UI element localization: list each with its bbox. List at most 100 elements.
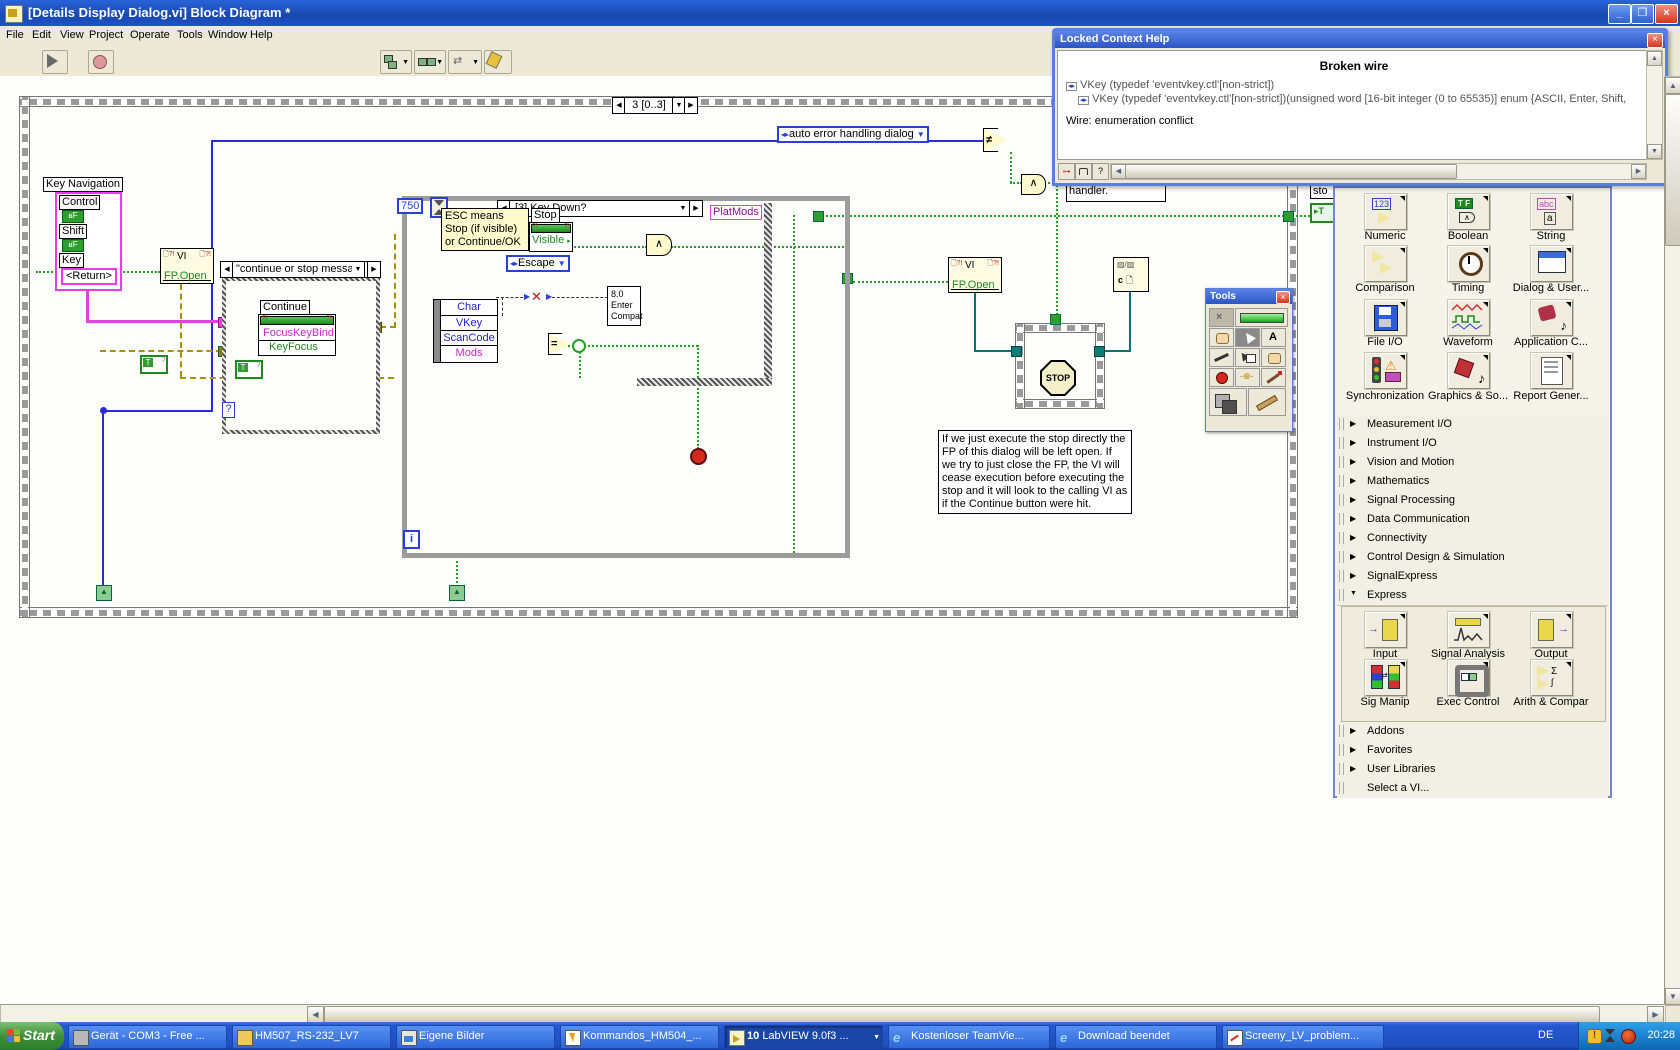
sequence-next-arrow[interactable]: ▶ — [684, 97, 698, 114]
category-favorites[interactable]: ▶ Favorites — [1337, 741, 1608, 761]
vscroll-down-icon[interactable]: ▼ — [1665, 988, 1680, 1005]
junction-blue-dot[interactable] — [100, 407, 107, 414]
ch-scroll-up-icon[interactable]: ▲ — [1647, 51, 1662, 66]
case-next-arrow[interactable]: ▶ — [367, 261, 381, 278]
menu-operate[interactable]: Operate — [130, 29, 170, 41]
wire-teal-h2[interactable] — [1101, 350, 1131, 352]
property-node-focus[interactable]: ?!?! FocusKeyBind KeyFocus — [258, 314, 336, 356]
ch-scroll-left-icon[interactable]: ◀ — [1111, 164, 1126, 179]
express-signal-analysis[interactable] — [1448, 612, 1490, 648]
tools-palette-window[interactable]: Tools × × A -⊕- — [1205, 288, 1293, 432]
event-field-char[interactable]: Char — [441, 300, 497, 316]
escape-enum-constant[interactable]: ◂▸Escape ▼ — [506, 255, 570, 272]
context-help-title[interactable]: Locked Context Help — [1055, 31, 1665, 48]
and-gate-top[interactable]: ∧ — [1021, 174, 1046, 195]
category-mathematics[interactable]: ▶ Mathematics — [1337, 472, 1608, 492]
express-output[interactable]: → — [1531, 612, 1573, 648]
fpopen-method-2[interactable]: FP.Open — [952, 279, 995, 291]
category-signalexpress[interactable]: ▶ SignalExpress — [1337, 567, 1608, 587]
clock[interactable]: 20:28 — [1647, 1029, 1675, 1041]
align-objects-button[interactable]: ▼ — [380, 50, 412, 74]
color-tool[interactable] — [1209, 388, 1247, 416]
palette-timing[interactable] — [1448, 246, 1490, 282]
category-data-communication[interactable]: ▶ Data Communication — [1337, 510, 1608, 530]
palette-file-io[interactable] — [1365, 300, 1407, 336]
palette-string[interactable]: abc a — [1531, 194, 1573, 230]
wire-green-fpopen2[interactable] — [853, 281, 948, 283]
wire-error-h1[interactable] — [100, 350, 222, 352]
palette-boolean[interactable]: T F ∧ — [1448, 194, 1490, 230]
auto-error-enum-constant[interactable]: ◂▸auto error handling dialog ▼ — [777, 126, 929, 143]
fpopen-method-1[interactable]: FP.Open — [164, 270, 207, 282]
taskbar-button-eigene-bilder[interactable]: Eigene Bilder — [396, 1025, 555, 1049]
event-next-arrow[interactable]: ▶ — [689, 200, 703, 217]
taskbar-button-download[interactable]: e Download beendet — [1055, 1025, 1217, 1049]
title-bar[interactable]: [Details Display Dialog.vi] Block Diagra… — [0, 0, 1680, 26]
palette-comparison[interactable] — [1365, 246, 1407, 282]
wire-teal-v2[interactable] — [1129, 290, 1131, 352]
taskbar-button-labview-group[interactable]: 10 LabVIEW 9.0f3 ... ▼ — [724, 1025, 883, 1049]
palette-application-control[interactable]: ♪ — [1531, 300, 1573, 336]
focuskeybind-row[interactable]: FocusKeyBind — [259, 326, 335, 341]
taskbar-button-hm507[interactable]: HM507_RS-232_LV7 — [232, 1025, 391, 1049]
diagram-vscrollbar[interactable]: ▲ ▼ — [1664, 76, 1680, 1006]
wire-green-neq-down[interactable] — [1010, 152, 1012, 183]
ch-lock-button[interactable] — [1075, 163, 1092, 180]
taskbar-button-geraet[interactable]: Gerät - COM3 - Free ... — [68, 1025, 227, 1049]
broken-wire-stub[interactable] — [502, 297, 503, 316]
taskbar-button-teamviewer[interactable]: e Kostenloser TeamVie... — [888, 1025, 1050, 1049]
scroll-tool[interactable] — [1261, 348, 1286, 367]
ch-scroll-down-icon[interactable]: ▼ — [1647, 144, 1662, 159]
category-instrument-io[interactable]: ▶ Instrument I/O — [1337, 434, 1608, 454]
property-node-visible[interactable]: ?!?! Visible ▸ — [529, 222, 573, 252]
wire-teal-h1[interactable] — [974, 350, 1016, 352]
compat-node[interactable]: 8.0 Enter Compat — [607, 286, 643, 326]
express-input[interactable]: → — [1365, 612, 1407, 648]
context-help-hscrollbar[interactable]: ◀ ▶ — [1110, 163, 1647, 180]
brush-tool[interactable] — [1248, 388, 1286, 416]
wire-error-v1[interactable] — [180, 284, 182, 377]
menu-edit[interactable]: Edit — [32, 29, 51, 41]
invoke-node-fpopen-1[interactable]: 🗋?! 🗋?! VI FP.Open — [160, 248, 214, 284]
tools-close-icon[interactable]: × — [1276, 291, 1290, 304]
category-express[interactable]: ▼ Express — [1337, 586, 1608, 606]
case-selector-dropdown[interactable]: ▼ — [352, 261, 365, 278]
operate-tool[interactable] — [1209, 328, 1234, 347]
category-addons[interactable]: ▶ Addons — [1337, 722, 1608, 742]
palette-numeric[interactable]: 123 — [1365, 194, 1407, 230]
abort-button[interactable] — [88, 50, 114, 74]
event-iteration-terminal[interactable]: i — [403, 530, 420, 549]
ch-scroll-right-icon[interactable]: ▶ — [1631, 164, 1646, 179]
vscroll-up-icon[interactable]: ▲ — [1665, 77, 1680, 94]
position-tool-selected[interactable] — [1235, 328, 1260, 347]
taskbar-button-kommandos[interactable]: Kommandos_HM504_... — [560, 1025, 719, 1049]
hscroll-right-icon[interactable]: ▶ — [1647, 1006, 1664, 1023]
keyfocus-row[interactable]: KeyFocus — [259, 341, 335, 354]
minimize-button[interactable]: _ — [1608, 4, 1631, 24]
platmods-label[interactable]: PlatMods — [710, 205, 762, 220]
menu-file[interactable]: File — [6, 29, 24, 41]
cleanup-diagram-button[interactable] — [484, 50, 512, 74]
hscroll-left-icon[interactable]: ◀ — [307, 1006, 324, 1023]
menu-window[interactable]: Window — [208, 29, 247, 41]
palette-report-generation[interactable] — [1531, 353, 1573, 389]
and-gate-event[interactable]: ∧ — [646, 234, 672, 256]
probe-tool[interactable]: -⊕- — [1235, 368, 1260, 387]
stop-function[interactable]: STOP — [1042, 362, 1074, 394]
auto-tool-led[interactable] — [1235, 308, 1288, 327]
wire-teal-v1[interactable] — [974, 290, 976, 352]
distribute-objects-button[interactable]: ▼ — [414, 50, 446, 74]
reorder-button[interactable]: ⇄ ▼ — [448, 50, 482, 74]
taskbar-button-screeny[interactable]: Screeny_LV_problem... — [1222, 1025, 1384, 1049]
loop-terminal-mid[interactable]: ▲ — [449, 585, 465, 601]
label-tool[interactable]: A — [1261, 328, 1286, 347]
close-reference-node[interactable]: ▨/▨ c 🗋 — [1113, 257, 1149, 292]
broken-wire-right[interactable] — [552, 297, 608, 298]
wire-tool[interactable] — [1209, 348, 1234, 367]
hourglass-tray-icon[interactable] — [1604, 1029, 1617, 1042]
true-constant-outer[interactable]: Tʔ — [140, 355, 168, 374]
wire-blue-top[interactable] — [211, 140, 777, 142]
junction-green-2[interactable] — [1283, 211, 1294, 222]
stop-sequence-top[interactable] — [1015, 323, 1105, 333]
run-button[interactable] — [42, 50, 68, 74]
